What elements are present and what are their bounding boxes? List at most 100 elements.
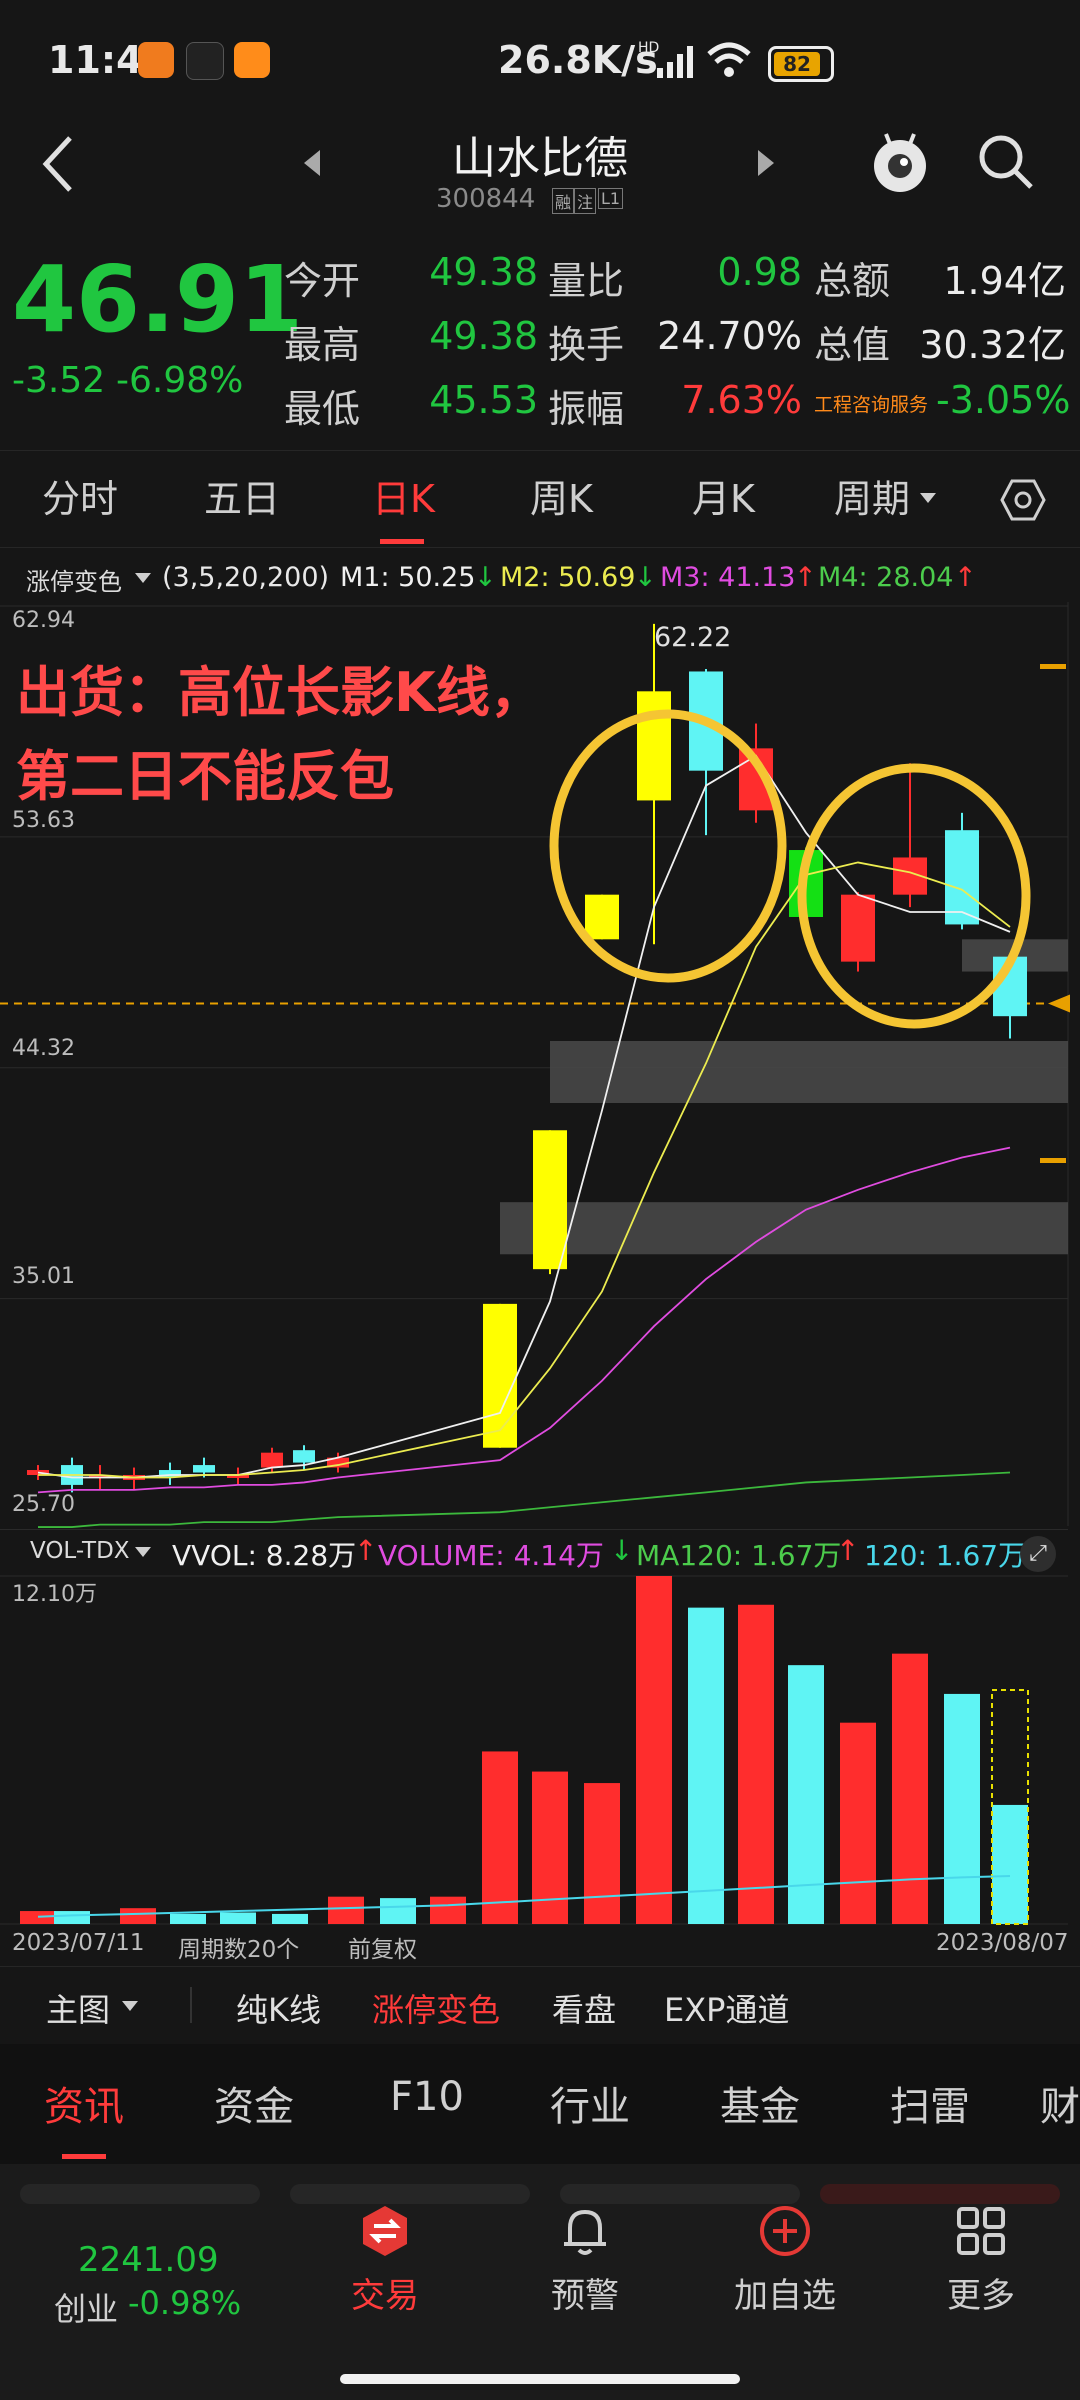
nav-trade[interactable]: 交易 <box>300 2204 470 2317</box>
info-tab-news[interactable]: 资讯 <box>44 2074 124 2132</box>
expand-icon[interactable]: ⤢ <box>1020 1536 1056 1572</box>
volume-arrow: ↓ <box>610 1534 634 1567</box>
candle-body <box>945 830 979 925</box>
volume-bar <box>892 1653 928 1924</box>
index-value[interactable]: 2241.09 <box>78 2240 219 2280</box>
chart-tools-bar: 主图 纯K线 涨停变色 看盘 EXP通道 <box>0 1966 1080 2045</box>
tab-intraday[interactable]: 分时 <box>42 451 118 547</box>
price-tick-2: 44.32 <box>12 1036 75 1061</box>
price-change-pct: -6.98% <box>116 360 244 401</box>
high-label: 最高 <box>284 323 361 367</box>
price-change: -3.52 <box>12 360 106 401</box>
kline-chart-area[interactable]: 涨停变色 (3,5,20,200) M1: 50.25 ↓ M2: 50.69 … <box>0 546 1080 1966</box>
date-start: 2023/07/11 <box>12 1930 145 1956</box>
support-zone-upper <box>550 1040 1068 1103</box>
badge-registered: 注 <box>574 188 597 214</box>
tab-daily-k[interactable]: 日K <box>372 451 435 547</box>
volume-value: VOLUME: 4.14万 <box>378 1539 604 1572</box>
price-tick-3: 35.01 <box>12 1264 75 1289</box>
candle-body <box>841 894 875 962</box>
tool-pure-k[interactable]: 纯K线 <box>236 1985 321 2031</box>
tab-five-day[interactable]: 五日 <box>204 451 280 547</box>
tab-period[interactable]: 周期 <box>834 451 910 547</box>
volume-ratio-label: 量比 <box>548 259 625 303</box>
candle-body <box>483 1303 517 1448</box>
info-tab-funds[interactable]: 资金 <box>214 2074 294 2132</box>
info-tab-finance[interactable]: 财 <box>1040 2074 1080 2132</box>
candle-body <box>637 691 671 801</box>
orange-app-icon <box>234 42 270 78</box>
main-chart-dropdown-icon[interactable] <box>120 1999 140 2013</box>
volume-bar <box>636 1576 672 1924</box>
wifi-icon <box>707 42 751 77</box>
date-end: 2023/08/07 <box>936 1930 1069 1956</box>
volume-bar <box>840 1722 876 1924</box>
nav-add-label: 加自选 <box>734 2276 836 2316</box>
candle-body <box>193 1465 215 1473</box>
info-tab-f10[interactable]: F10 <box>390 2074 464 2120</box>
bottom-nav: 2241.09 创业 -0.98% 交易 预警 加自选 更多 <box>0 2164 1080 2400</box>
tool-watch[interactable]: 看盘 <box>552 1985 616 2031</box>
info-tab-risk[interactable]: 扫雷 <box>890 2074 970 2132</box>
nav-more[interactable]: 更多 <box>896 2204 1066 2317</box>
robot-assistant-icon[interactable] <box>868 126 932 196</box>
volume-bar <box>380 1898 416 1924</box>
volume-indicator-mode[interactable]: VOL-TDX <box>30 1538 130 1564</box>
prev-stock-icon[interactable] <box>302 148 322 178</box>
tool-exp-channel[interactable]: EXP通道 <box>664 1985 789 2031</box>
status-bar: 11:41 26.8K/s HD 82 <box>0 0 1080 120</box>
nav-alert-label: 预警 <box>551 2276 619 2316</box>
active-tab-indicator <box>380 539 424 544</box>
nav-alert[interactable]: 预警 <box>500 2204 670 2317</box>
tab-monthly-k[interactable]: 月K <box>692 451 755 547</box>
volume-ratio-value: 0.98 <box>717 250 802 294</box>
subtab-strip-2 <box>290 2184 530 2204</box>
sector-label[interactable]: 工程咨询服务 <box>814 390 928 417</box>
volume-bar <box>328 1896 364 1924</box>
vvol-value: VVOL: 8.28万 <box>172 1539 357 1572</box>
battery-level: 82 <box>774 52 820 76</box>
ma-line-green <box>38 1471 1011 1528</box>
tool-main-chart[interactable]: 主图 <box>46 1985 110 2031</box>
vvol-arrow: ↑ <box>354 1534 378 1567</box>
stock-code: 300844 <box>436 184 536 214</box>
back-icon[interactable] <box>38 134 78 194</box>
trade-icon <box>363 2206 407 2256</box>
grid-icon <box>957 2207 1005 2255</box>
tool-limit-color[interactable]: 涨停变色 <box>372 1985 500 2031</box>
volume-bar <box>482 1751 518 1924</box>
candle-body <box>293 1450 315 1463</box>
add-circle-icon <box>760 2206 810 2256</box>
market-cap-value: 30.32亿 <box>919 323 1066 367</box>
volume-axis-top: 12.10万 <box>12 1582 97 1607</box>
volume-dropdown-icon[interactable] <box>134 1546 152 1558</box>
badge-margin: 融 <box>552 188 575 214</box>
chevron-down-icon[interactable] <box>918 491 938 505</box>
ma120-value: MA120: 1.67万 <box>636 1539 842 1572</box>
last-price: 46.91 <box>12 246 304 353</box>
tab-weekly-k[interactable]: 周K <box>530 451 593 547</box>
alert-marker-bottom <box>1040 1158 1066 1163</box>
info-tabs: 资讯 资金 F10 行业 基金 扫雷 财 <box>0 2044 1080 2164</box>
search-icon[interactable] <box>976 132 1036 192</box>
highlight-circle-right <box>797 763 1031 1029</box>
info-tab-fund[interactable]: 基金 <box>720 2074 800 2132</box>
volume-bar <box>54 1911 90 1924</box>
candle-body <box>261 1452 283 1468</box>
home-indicator <box>340 2374 740 2384</box>
info-tab-industry[interactable]: 行业 <box>550 2074 630 2132</box>
turnover-label: 换手 <box>548 323 625 367</box>
candle-body <box>585 894 619 940</box>
high-price-marker: 62.22 <box>654 622 732 653</box>
info-tab-indicator <box>62 2154 106 2159</box>
nav-add-watchlist[interactable]: 加自选 <box>700 2204 870 2317</box>
subtab-strip-3 <box>560 2184 800 2204</box>
next-stock-icon[interactable] <box>756 148 776 178</box>
adjust-mode[interactable]: 前复权 <box>348 1930 417 1964</box>
network-speed: 26.8K/s <box>498 38 658 82</box>
market-cap-label: 总值 <box>814 323 891 367</box>
volume-bar <box>992 1804 1028 1924</box>
stock-name: 山水比德 <box>452 133 628 184</box>
settings-hex-icon[interactable] <box>1000 477 1046 523</box>
ma-line-magenta <box>37 1146 1011 1494</box>
